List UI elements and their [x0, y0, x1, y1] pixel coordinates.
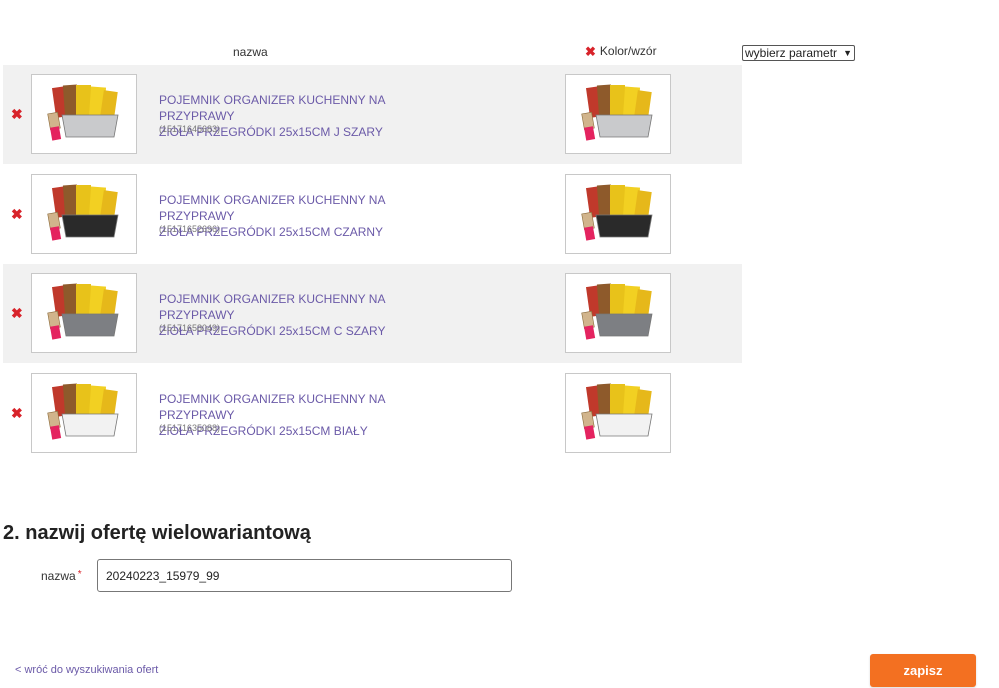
section-title: 2. nazwij ofertę wielowariantową — [3, 522, 311, 544]
product-image — [581, 383, 653, 440]
column-header-color: ✖ Kolor/wzór — [585, 44, 657, 58]
product-row: ✖ POJEMNIK ORGANIZER KUCHENNY NA PRZYPRAW… — [3, 65, 742, 164]
product-image — [47, 383, 119, 440]
variant-thumbnail[interactable] — [565, 174, 671, 254]
product-id: (15171658049) — [159, 323, 221, 333]
required-marker: * — [77, 569, 82, 580]
product-image — [47, 84, 119, 141]
product-id: (15171635088) — [159, 423, 221, 433]
product-title-line1: POJEMNIK ORGANIZER KUCHENNY NA PRZYPRAWY — [159, 93, 385, 123]
product-thumbnail — [31, 273, 137, 353]
product-id: (15171645683) — [159, 124, 221, 134]
product-image — [581, 283, 653, 340]
parameter-select-value: wybierz parametr — [745, 46, 838, 60]
product-thumbnail — [31, 373, 137, 453]
product-row: ✖ POJEMNIK ORGANIZER KUCHENNY NA PRZYPRAW… — [3, 264, 742, 363]
remove-icon[interactable]: ✖ — [11, 106, 23, 123]
remove-icon[interactable]: ✖ — [11, 405, 23, 422]
variant-thumbnail[interactable] — [565, 373, 671, 453]
name-field-label: nazwa * — [41, 569, 82, 583]
column-header-name: nazwa — [233, 45, 268, 59]
product-image — [581, 84, 653, 141]
product-title-line1: POJEMNIK ORGANIZER KUCHENNY NA PRZYPRAWY — [159, 392, 385, 422]
product-row: ✖ POJEMNIK ORGANIZER KUCHENNY NA PRZYPRAW… — [3, 364, 742, 463]
name-field-label-text: nazwa — [41, 569, 76, 583]
offer-name-input[interactable] — [97, 559, 512, 592]
product-image — [47, 283, 119, 340]
parameter-select[interactable]: wybierz parametr ▼ — [742, 45, 855, 61]
remove-icon[interactable]: ✖ — [11, 206, 23, 223]
column-header-color-label: Kolor/wzór — [599, 44, 657, 58]
chevron-down-icon: ▼ — [843, 48, 852, 58]
product-image — [47, 184, 119, 241]
variant-thumbnail[interactable] — [565, 273, 671, 353]
variant-thumbnail[interactable] — [565, 74, 671, 154]
save-button[interactable]: zapisz — [870, 654, 976, 687]
product-thumbnail — [31, 174, 137, 254]
product-title-line1: POJEMNIK ORGANIZER KUCHENNY NA PRZYPRAWY — [159, 292, 385, 322]
remove-icon[interactable]: ✖ — [11, 305, 23, 322]
product-title-line1: POJEMNIK ORGANIZER KUCHENNY NA PRZYPRAWY — [159, 193, 385, 223]
product-thumbnail — [31, 74, 137, 154]
product-id: (15171652696) — [159, 224, 221, 234]
product-image — [581, 184, 653, 241]
remove-parameter-icon[interactable]: ✖ — [585, 45, 596, 58]
product-row: ✖ POJEMNIK ORGANIZER KUCHENNY NA PRZYPRAW… — [3, 165, 742, 264]
back-to-search-link[interactable]: < wróć do wyszukiwania ofert — [15, 664, 158, 676]
